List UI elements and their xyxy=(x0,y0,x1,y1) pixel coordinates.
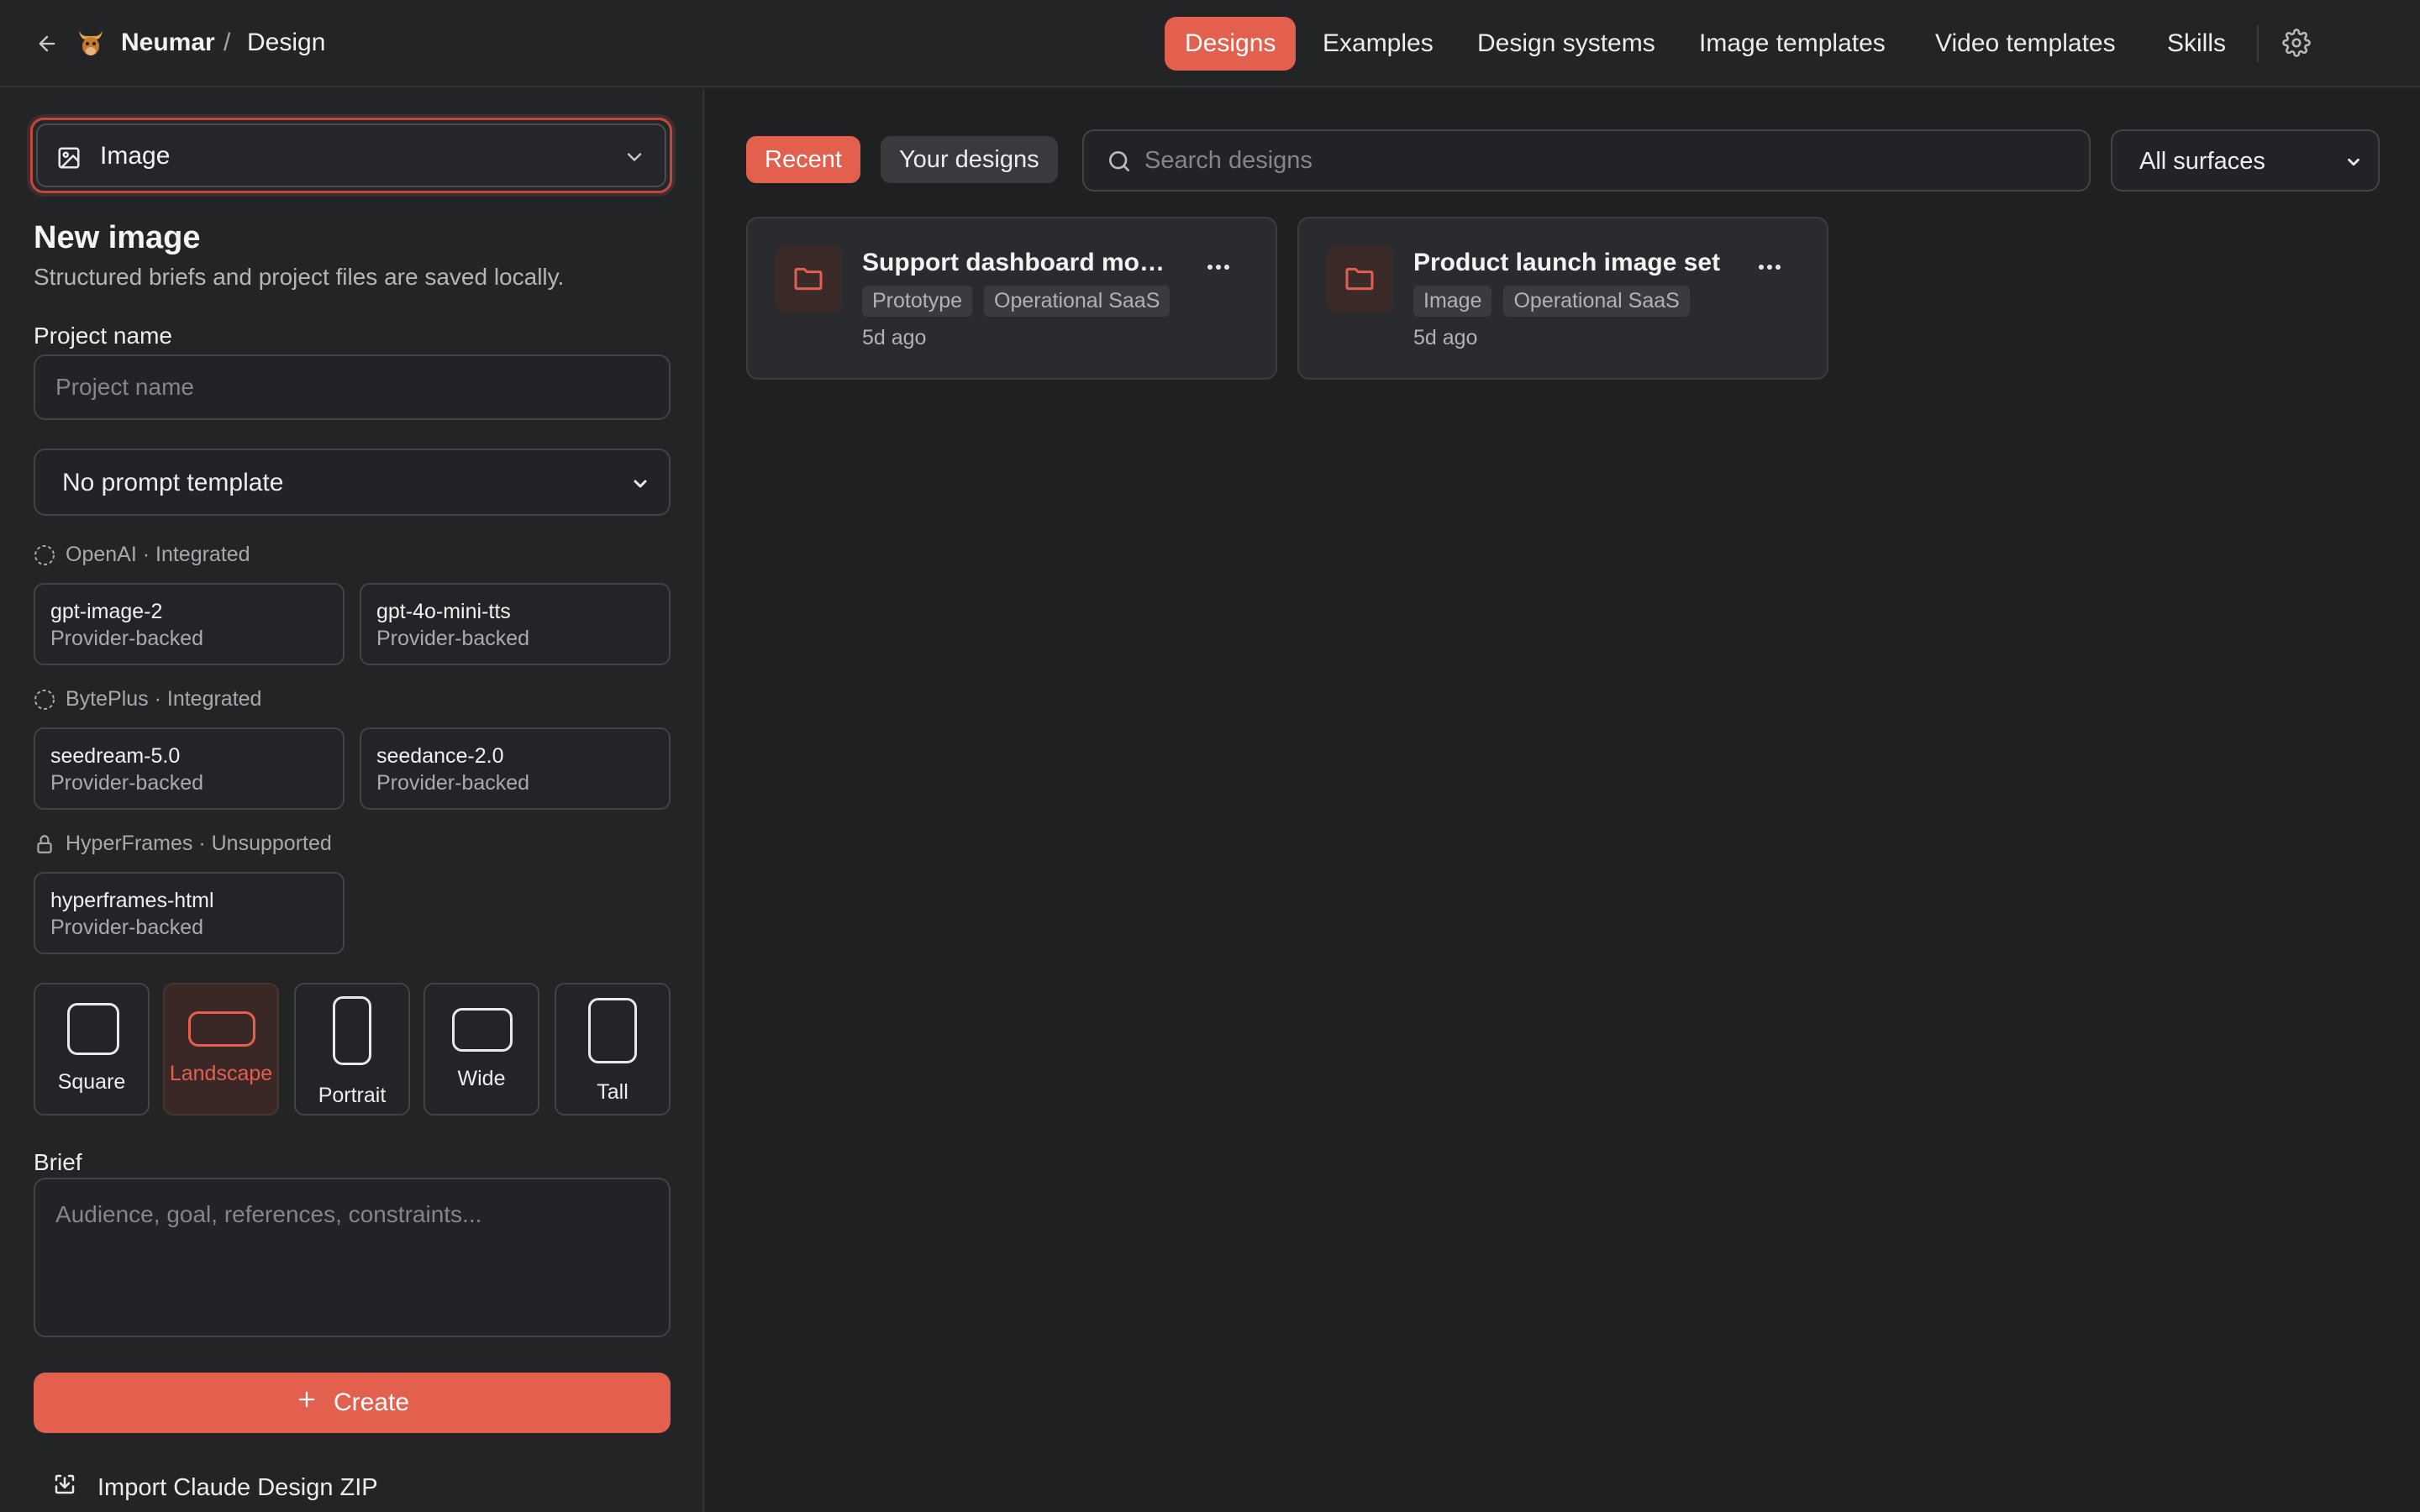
prompt-template-value: No prompt template xyxy=(62,469,284,496)
surface-filter-value: All surfaces xyxy=(2139,148,2265,175)
design-tag: Image xyxy=(1413,286,1492,317)
nav-video-templates[interactable]: Video templates xyxy=(1935,17,2116,71)
breadcrumb-app[interactable]: Neumar xyxy=(121,29,215,57)
design-title: Support dashboard mockup xyxy=(862,249,1173,276)
main-content: Recent Your designs All surfaces Support… xyxy=(706,89,2420,1512)
search-icon xyxy=(1106,148,1133,175)
create-label: Create xyxy=(333,1389,410,1416)
nav-skills[interactable]: Skills xyxy=(2167,17,2226,71)
aspect-tall[interactable]: Tall xyxy=(555,983,671,1116)
plus-icon xyxy=(295,1388,318,1418)
aspect-label: Portrait xyxy=(318,1084,387,1107)
gear-icon[interactable] xyxy=(2282,29,2312,59)
portrait-shape-icon xyxy=(333,996,371,1065)
nav-image-templates[interactable]: Image templates xyxy=(1699,17,1886,71)
design-tag: Prototype xyxy=(862,286,973,317)
design-tag: Operational SaaS xyxy=(984,286,1171,317)
image-icon xyxy=(56,145,82,171)
provider-label: BytePlus · Integrated xyxy=(66,687,262,711)
project-name-input[interactable] xyxy=(34,354,671,420)
model-name: hyperframes-html xyxy=(50,889,214,912)
square-shape-icon xyxy=(67,1003,119,1055)
model-name: gpt-image-2 xyxy=(50,600,163,623)
provider-byteplus: BytePlus · Integrated xyxy=(34,687,261,711)
aspect-label: Wide xyxy=(457,1067,506,1090)
aspect-portrait[interactable]: Portrait xyxy=(294,983,410,1116)
aspect-label: Square xyxy=(57,1070,126,1094)
folder-icon xyxy=(1326,245,1393,312)
design-time: 5d ago xyxy=(1413,326,1478,349)
type-select-value: Image xyxy=(100,142,171,170)
tab-recent[interactable]: Recent xyxy=(746,136,860,183)
surface-filter-select[interactable]: All surfaces xyxy=(2111,129,2380,192)
brief-textarea[interactable] xyxy=(34,1178,671,1337)
provider-hyperframes: HyperFrames · Unsupported xyxy=(34,832,332,856)
top-bar: Neumar / Design Designs Examples Design … xyxy=(0,0,2420,87)
design-card[interactable]: Support dashboard mockup Prototype Opera… xyxy=(746,217,1277,380)
breadcrumb-separator: / xyxy=(224,29,231,56)
model-card-hyperframes-html[interactable]: hyperframes-html Provider-backed xyxy=(34,872,345,954)
model-tag: Provider-backed xyxy=(376,771,530,795)
design-title: Product launch image set xyxy=(1413,249,1721,276)
provider-openai: OpenAI · Integrated xyxy=(34,543,250,567)
aspect-label: Tall xyxy=(597,1080,629,1104)
chevron-down-icon xyxy=(2344,153,2363,171)
provider-label: OpenAI · Integrated xyxy=(66,543,250,566)
design-card[interactable]: Product launch image set Image Operation… xyxy=(1297,217,1828,380)
aspect-landscape[interactable]: Landscape xyxy=(163,983,279,1116)
lock-icon xyxy=(34,833,55,855)
new-image-subheading: Structured briefs and project files are … xyxy=(34,264,565,290)
nav-design-systems[interactable]: Design systems xyxy=(1477,17,1655,71)
design-time: 5d ago xyxy=(862,326,927,349)
search-box xyxy=(1082,129,2091,192)
sidebar: Image New image Structured briefs and pr… xyxy=(0,89,704,1512)
folder-icon xyxy=(775,245,842,312)
search-input[interactable] xyxy=(1144,131,2069,190)
import-zip-button[interactable]: Import Claude Design ZIP xyxy=(52,1472,378,1504)
create-button[interactable]: Create xyxy=(34,1373,671,1433)
landscape-shape-icon xyxy=(188,1011,255,1047)
new-image-heading: New image xyxy=(34,220,201,255)
nav-designs[interactable]: Designs xyxy=(1165,17,1297,71)
aspect-wide[interactable]: Wide xyxy=(424,983,539,1116)
tall-shape-icon xyxy=(588,998,637,1063)
wide-shape-icon xyxy=(452,1008,513,1052)
aspect-label: Landscape xyxy=(169,1062,273,1085)
model-card-gpt-image-2[interactable]: gpt-image-2 Provider-backed xyxy=(34,583,345,665)
model-name: gpt-4o-mini-tts xyxy=(376,600,511,623)
logo-icon xyxy=(74,25,108,62)
model-name: seedream-5.0 xyxy=(50,744,181,768)
design-tag: Operational SaaS xyxy=(1503,286,1690,317)
chevron-down-icon xyxy=(623,145,648,171)
nav-divider xyxy=(2257,25,2259,62)
breadcrumb-page: Design xyxy=(247,29,326,56)
model-card-gpt-4o-mini-tts[interactable]: gpt-4o-mini-tts Provider-backed xyxy=(360,583,671,665)
aspect-square[interactable]: Square xyxy=(34,983,150,1116)
chevron-down-icon xyxy=(630,474,650,494)
tab-your-designs[interactable]: Your designs xyxy=(881,136,1058,183)
project-name-label: Project name xyxy=(34,323,172,349)
type-select[interactable]: Image xyxy=(30,118,672,193)
model-tag: Provider-backed xyxy=(50,771,204,795)
import-icon xyxy=(52,1472,77,1504)
model-tag: Provider-backed xyxy=(50,916,204,939)
brief-label: Brief xyxy=(34,1149,82,1175)
more-options-icon[interactable] xyxy=(1202,259,1235,276)
more-options-icon[interactable] xyxy=(1753,259,1786,276)
provider-label: HyperFrames · Unsupported xyxy=(66,832,332,855)
back-arrow-icon[interactable] xyxy=(30,27,64,60)
model-name: seedance-2.0 xyxy=(376,744,504,768)
model-card-seedance-2[interactable]: seedance-2.0 Provider-backed xyxy=(360,727,671,810)
dashed-circle-icon xyxy=(34,544,55,566)
model-card-seedream-5[interactable]: seedream-5.0 Provider-backed xyxy=(34,727,345,810)
dashed-circle-icon xyxy=(34,689,55,711)
nav-examples[interactable]: Examples xyxy=(1323,17,1434,71)
import-label: Import Claude Design ZIP xyxy=(97,1473,378,1501)
model-tag: Provider-backed xyxy=(50,627,204,650)
prompt-template-select[interactable]: No prompt template xyxy=(34,449,671,516)
model-tag: Provider-backed xyxy=(376,627,530,650)
